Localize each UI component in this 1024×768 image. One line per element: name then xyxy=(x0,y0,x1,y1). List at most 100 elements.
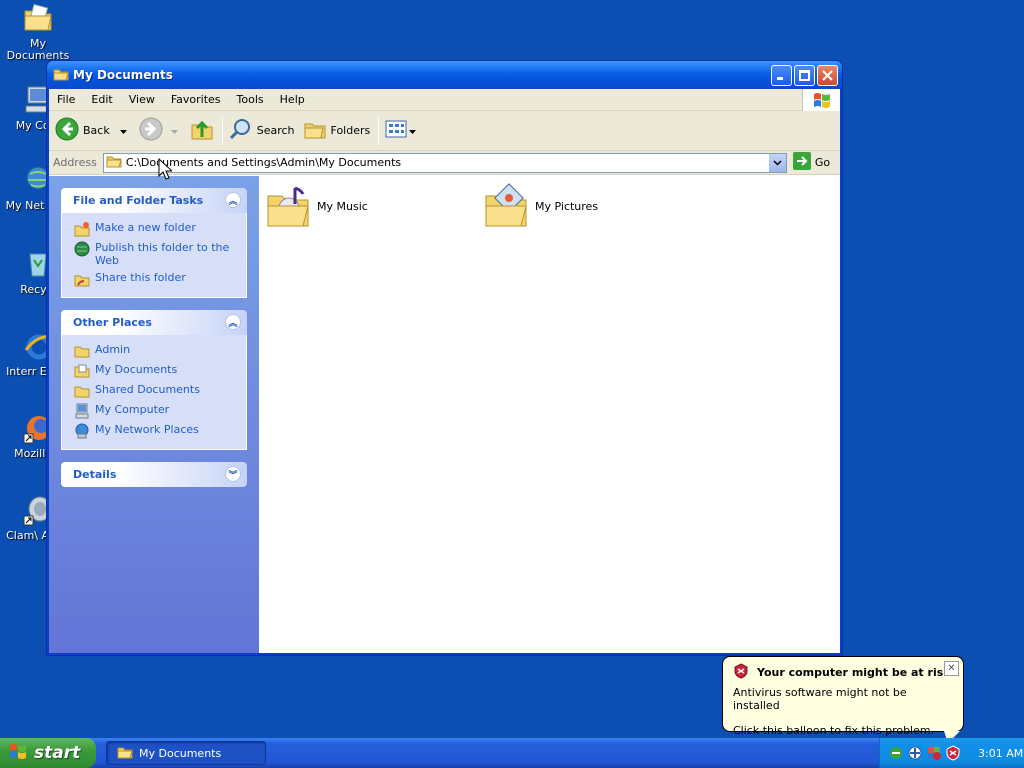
place-my-documents[interactable]: My Documents xyxy=(74,363,238,379)
desktop-icon-label: My Documents xyxy=(6,37,70,62)
back-button[interactable]: Back xyxy=(55,117,127,144)
folder-icon xyxy=(106,154,122,171)
security-balloon[interactable]: Your computer might be at risk Antivirus… xyxy=(722,656,964,737)
window-title: My Documents xyxy=(73,68,173,82)
address-input[interactable]: C:\Documents and Settings\Admin\My Docum… xyxy=(102,152,787,173)
maximize-button[interactable] xyxy=(794,65,815,86)
search-label: Search xyxy=(256,124,295,137)
title-bar[interactable]: My Documents xyxy=(47,61,842,89)
place-label: My Documents xyxy=(95,363,178,376)
toolbar-separator xyxy=(378,116,380,145)
balloon-close-button[interactable]: ✕ xyxy=(944,661,959,676)
share-folder-icon xyxy=(74,271,90,287)
network-icon xyxy=(74,423,90,439)
shared-folder-icon xyxy=(74,383,90,399)
panel-header[interactable]: Other Places ︽ xyxy=(61,310,247,335)
balloon-title: Your computer might be at risk xyxy=(757,666,951,679)
up-folder-button[interactable] xyxy=(190,117,214,144)
task-share-folder[interactable]: Share this folder xyxy=(74,271,238,287)
back-label: Back xyxy=(83,124,110,137)
task-label: Share this folder xyxy=(95,271,186,284)
panel-title: Other Places xyxy=(73,316,152,329)
collapse-icon[interactable]: ︽ xyxy=(225,192,241,208)
new-folder-icon xyxy=(74,221,90,237)
menu-tools[interactable]: Tools xyxy=(229,93,272,106)
folders-button[interactable]: Folders xyxy=(303,117,370,144)
file-label: My Pictures xyxy=(535,199,599,213)
minimize-button[interactable] xyxy=(771,65,792,86)
close-button[interactable] xyxy=(817,65,838,86)
go-button[interactable]: Go xyxy=(792,152,831,173)
task-publish-folder[interactable]: Publish this folder to the Web xyxy=(74,241,238,267)
task-label: Publish this folder to the Web xyxy=(95,241,230,267)
details-panel: Details ︾ xyxy=(61,462,247,487)
pictures-folder-icon xyxy=(483,182,531,230)
taskbar-button-label: My Documents xyxy=(139,746,222,760)
taskbar: start My Documents 3:01 AM xyxy=(0,738,1024,768)
dropdown-arrow-icon[interactable] xyxy=(119,124,127,137)
menu-file[interactable]: File xyxy=(49,93,83,106)
place-label: Admin xyxy=(95,343,131,356)
go-arrow-icon xyxy=(792,152,811,173)
up-folder-icon xyxy=(190,117,214,144)
file-label: My Music xyxy=(317,199,368,213)
explorer-window[interactable]: My Documents File Edit View Favorites To… xyxy=(46,60,843,656)
computer-icon xyxy=(74,403,90,419)
place-my-computer[interactable]: My Computer xyxy=(74,403,238,419)
start-label: start xyxy=(34,743,81,763)
address-label: Address xyxy=(53,156,97,169)
desktop-icon-my-documents[interactable]: My Documents xyxy=(0,2,76,62)
menu-edit[interactable]: Edit xyxy=(83,93,120,106)
task-pane: File and Folder Tasks ︽ Make a new folde… xyxy=(49,176,259,653)
place-admin[interactable]: Admin xyxy=(74,343,238,359)
balloon-action-text: Click this balloon to fix this problem. xyxy=(733,724,935,737)
panel-title: Details xyxy=(73,468,117,481)
task-make-new-folder[interactable]: Make a new folder xyxy=(74,221,238,237)
address-dropdown-button[interactable] xyxy=(768,153,786,172)
menu-bar: File Edit View Favorites Tools Help xyxy=(49,89,840,111)
update-tray-icon[interactable] xyxy=(907,745,923,761)
file-item-my-pictures[interactable]: My Pictures xyxy=(483,182,598,230)
back-arrow-icon xyxy=(55,117,79,144)
panel-body: Admin My Documents Shared Documents My C… xyxy=(61,335,247,450)
dropdown-arrow-icon[interactable] xyxy=(170,124,178,137)
security-center-tray-icon[interactable] xyxy=(926,745,942,761)
documents-folder-icon xyxy=(74,363,90,379)
toolbar-separator xyxy=(221,116,223,145)
views-button[interactable] xyxy=(385,120,417,141)
forward-button[interactable] xyxy=(139,117,178,144)
place-label: Shared Documents xyxy=(95,383,200,396)
go-label: Go xyxy=(814,156,831,169)
file-item-my-music[interactable]: My Music xyxy=(265,182,368,230)
menu-help[interactable]: Help xyxy=(272,93,313,106)
place-label: My Network Places xyxy=(95,423,199,436)
content-area: File and Folder Tasks ︽ Make a new folde… xyxy=(49,176,840,653)
taskbar-button-my-documents[interactable]: My Documents xyxy=(106,741,266,765)
collapse-icon[interactable]: ︽ xyxy=(225,314,241,330)
panel-title: File and Folder Tasks xyxy=(73,194,204,207)
network-tray-icon[interactable] xyxy=(888,745,904,761)
search-icon xyxy=(229,117,253,144)
other-places-panel: Other Places ︽ Admin My Documents Shared… xyxy=(61,310,247,450)
place-label: My Computer xyxy=(95,403,170,416)
place-shared-documents[interactable]: Shared Documents xyxy=(74,383,238,399)
menu-view[interactable]: View xyxy=(121,93,163,106)
menu-favorites[interactable]: Favorites xyxy=(163,93,229,106)
clock[interactable]: 3:01 AM xyxy=(978,747,1023,760)
folder-icon xyxy=(74,343,90,359)
views-icon xyxy=(385,120,407,141)
search-button[interactable]: Search xyxy=(229,117,295,144)
toolbar: Back Search Folders xyxy=(49,111,840,151)
place-my-network-places[interactable]: My Network Places xyxy=(74,423,238,439)
folder-open-icon xyxy=(117,745,133,762)
globe-icon xyxy=(74,241,90,257)
shield-alert-tray-icon[interactable] xyxy=(945,745,961,761)
panel-header[interactable]: Details ︾ xyxy=(61,462,247,487)
expand-icon[interactable]: ︾ xyxy=(225,466,241,482)
panel-header[interactable]: File and Folder Tasks ︽ xyxy=(61,188,247,213)
file-folder-tasks-panel: File and Folder Tasks ︽ Make a new folde… xyxy=(61,188,247,298)
forward-arrow-icon xyxy=(139,117,163,144)
start-button[interactable]: start xyxy=(0,738,96,768)
balloon-message: Antivirus software might not be installe… xyxy=(733,686,907,712)
folder-open-icon xyxy=(53,67,69,84)
